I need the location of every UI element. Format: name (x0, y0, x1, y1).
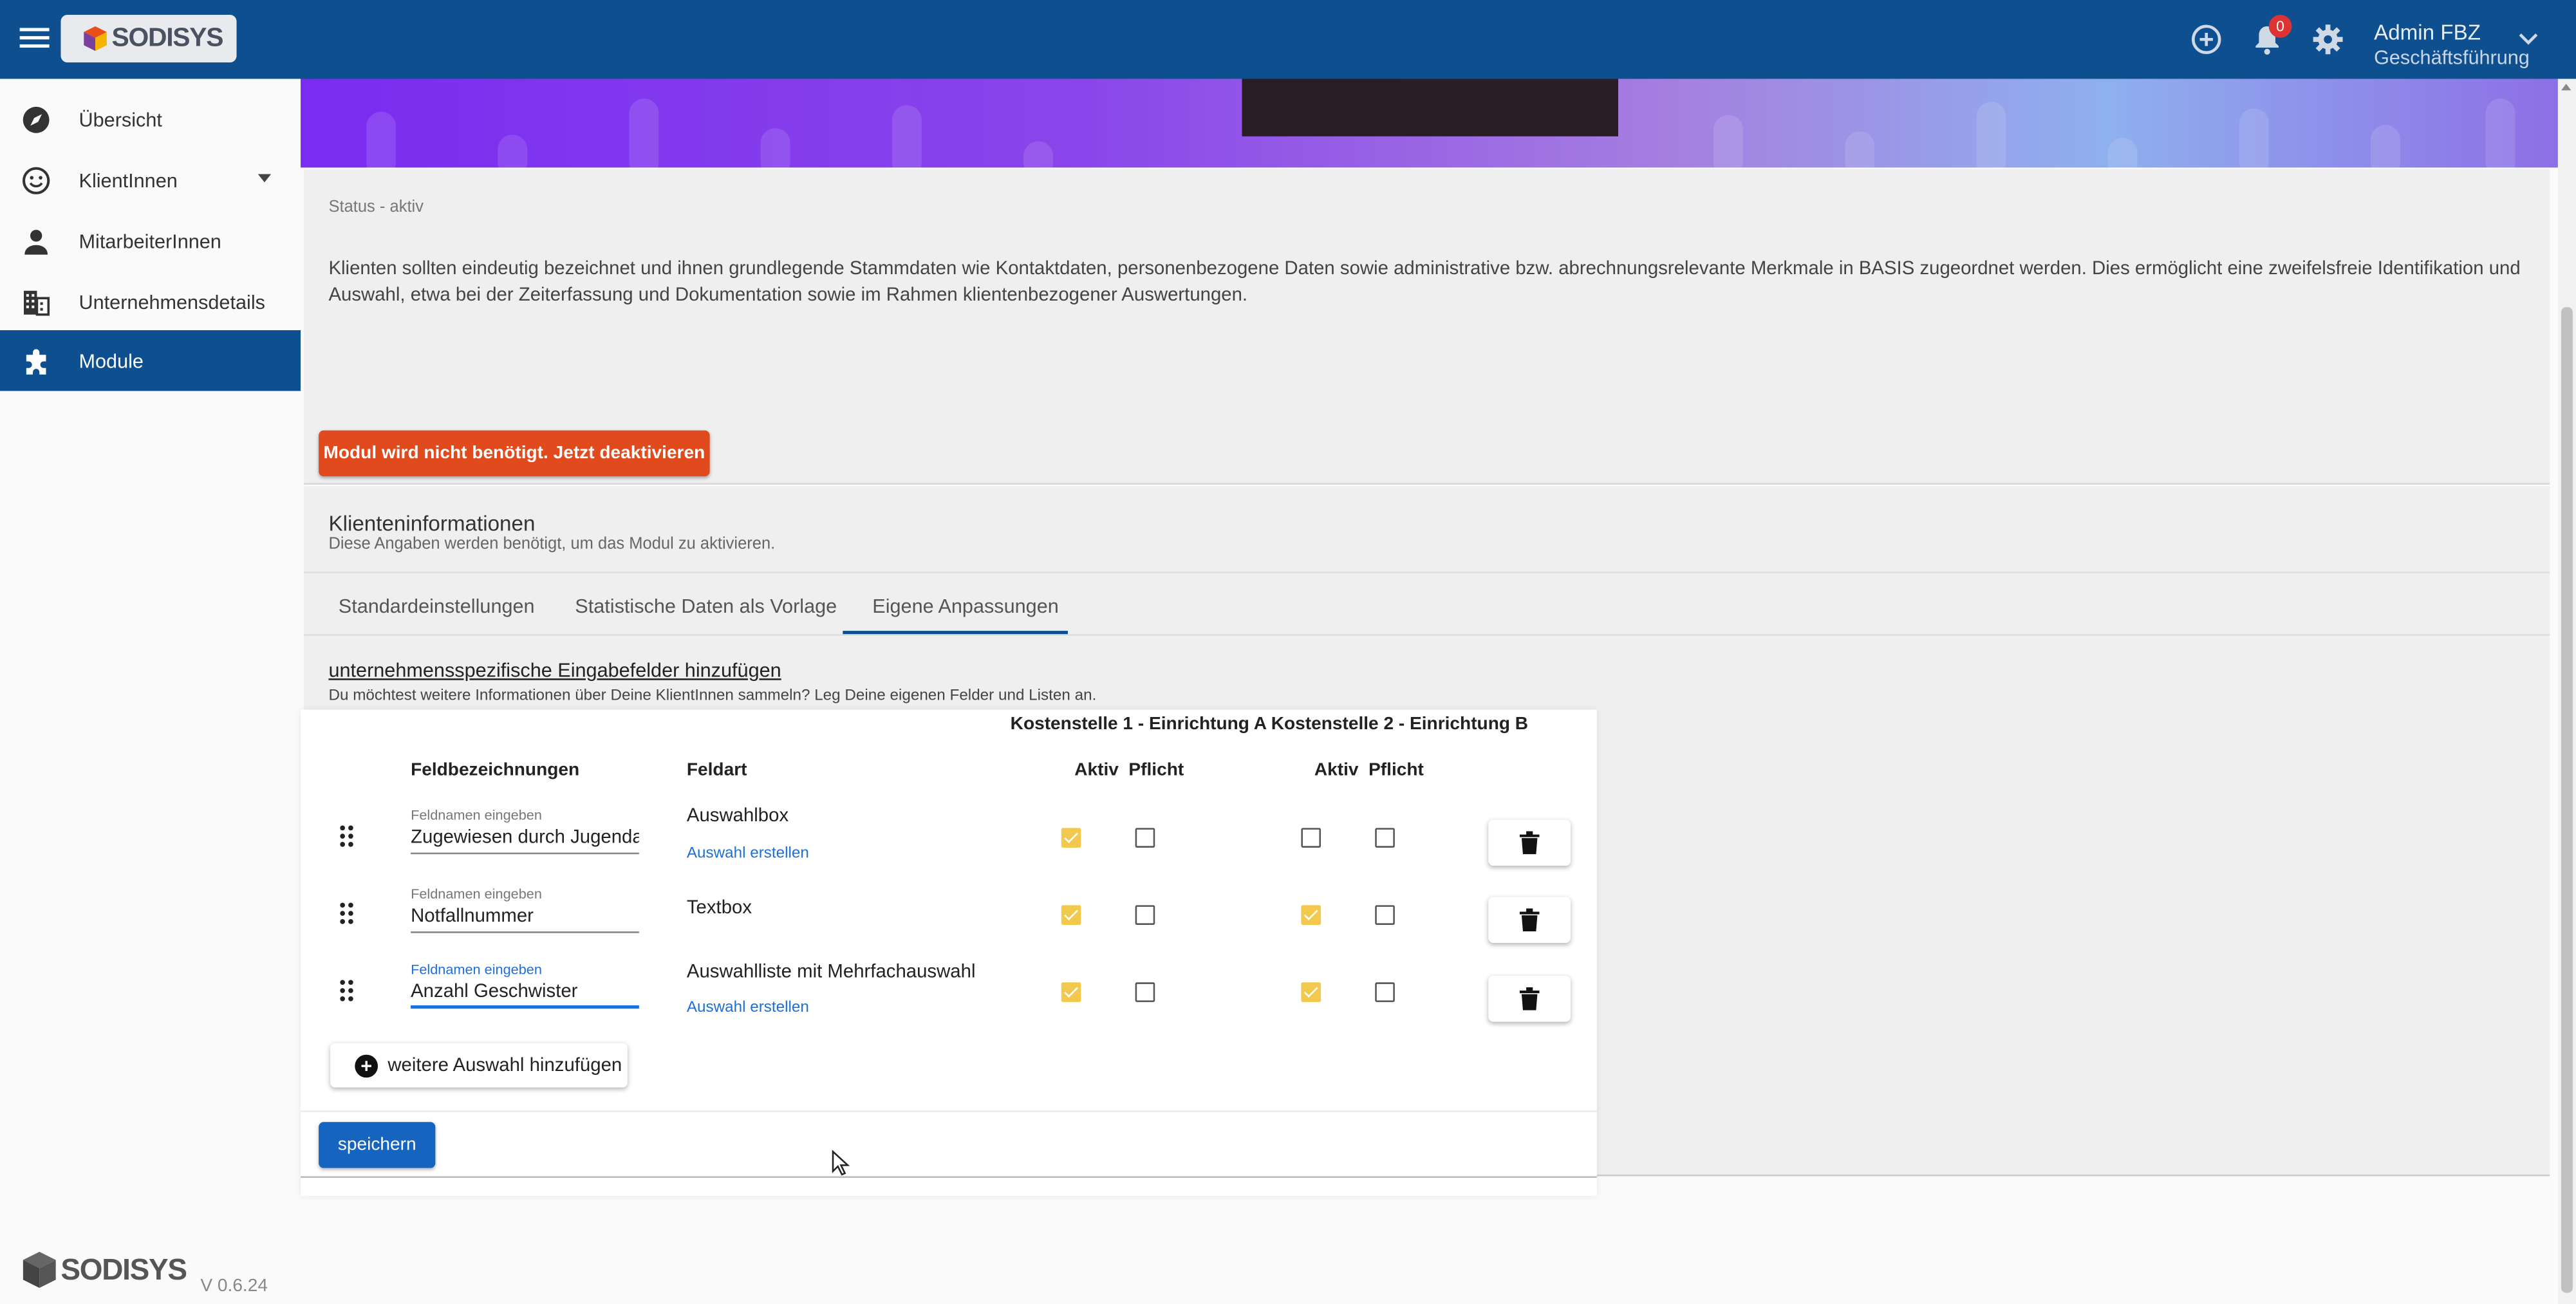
k2-pflicht-checkbox[interactable] (1375, 982, 1395, 1002)
sidebar-item-label: KlientInnen (79, 168, 178, 192)
scrollbar-thumb[interactable] (2561, 307, 2573, 1293)
create-selection-link[interactable]: Auswahl erstellen (687, 844, 809, 862)
column-header-aktiv-2: Aktiv (1314, 760, 1359, 781)
footer-logo-text: SODISYS (61, 1253, 187, 1286)
logo-cube-icon (23, 1251, 56, 1289)
scroll-up-arrow-icon[interactable] (2561, 84, 2571, 91)
sidebar-item-label: Module (79, 349, 144, 373)
column-header-pflicht-2: Pflicht (1368, 760, 1424, 781)
person-icon (24, 228, 48, 254)
caret-down-icon[interactable] (257, 174, 272, 183)
field-type-label: Auswahlbox (686, 806, 789, 826)
building-icon (24, 290, 50, 315)
field-type-label: Auswahlliste mit Mehrfachauswahl (686, 962, 976, 983)
column-header-pflicht-1: Pflicht (1128, 760, 1184, 781)
banner-overlay (1242, 79, 1619, 136)
active-tab-indicator (843, 631, 1068, 635)
k1-pflicht-checkbox[interactable] (1135, 905, 1155, 925)
custom-fields-hint: Du möchtest weitere Informationen über D… (328, 686, 1097, 705)
sidebar-item-klientinnen[interactable]: KlientInnen (0, 149, 301, 210)
logo-text: SODISYS (111, 24, 224, 52)
deactivate-button[interactable]: Modul wird nicht benötigt. Jetzt deaktiv… (319, 430, 710, 477)
create-selection-link[interactable]: Auswahl erstellen (687, 999, 809, 1017)
smiley-icon (22, 166, 50, 194)
delete-row-button[interactable] (1488, 819, 1571, 866)
k2-aktiv-checkbox[interactable] (1301, 828, 1321, 848)
sidebar-item-uebersicht[interactable]: Übersicht (0, 89, 301, 149)
delete-row-button[interactable] (1488, 976, 1571, 1022)
field-name-input[interactable]: Anzahl Geschwister (411, 979, 639, 1009)
tab-standardeinstellungen[interactable]: Standardeinstellungen (339, 595, 535, 618)
add-circle-icon[interactable] (2189, 21, 2225, 57)
divider (301, 1176, 1597, 1178)
custom-fields-link[interactable]: unternehmensspezifische Eingabefelder hi… (328, 658, 781, 682)
k1-pflicht-checkbox[interactable] (1135, 982, 1155, 1002)
k2-aktiv-checkbox[interactable] (1301, 905, 1321, 925)
add-circle-icon: + (355, 1054, 378, 1077)
divider (304, 572, 2550, 573)
field-name-label: Feldnamen eingeben (411, 806, 542, 823)
tab-statistische-daten[interactable]: Statistische Daten als Vorlage (575, 595, 837, 618)
chevron-down-icon[interactable] (2519, 31, 2539, 48)
drag-handle-icon[interactable] (339, 979, 355, 1002)
column-header-type: Feldart (686, 760, 747, 781)
drag-handle-icon[interactable] (339, 824, 355, 848)
compass-icon (23, 106, 50, 133)
gear-icon[interactable] (2310, 21, 2346, 57)
section-title: Klienteninformationen (328, 510, 536, 536)
logo[interactable]: SODISYS (61, 14, 237, 62)
sidebar-item-module[interactable]: Module (0, 330, 301, 391)
trash-icon (1519, 908, 1540, 932)
logo-cube-icon (84, 26, 107, 51)
trash-icon (1519, 831, 1540, 855)
field-name-input[interactable]: Notfallnummer (411, 904, 639, 933)
k2-pflicht-checkbox[interactable] (1375, 828, 1395, 848)
trash-icon (1519, 987, 1540, 1011)
sidebar-item-mitarbeiterinnen[interactable]: MitarbeiterInnen (0, 210, 301, 271)
field-type-label: Textbox (686, 899, 752, 918)
field-name-input[interactable]: Zugewiesen durch Jugendamt (411, 824, 639, 855)
delete-row-button[interactable] (1488, 897, 1571, 944)
sidebar-item-label: Unternehmensdetails (79, 290, 265, 313)
k2-pflicht-checkbox[interactable] (1375, 905, 1395, 925)
menu-icon[interactable] (19, 23, 50, 56)
user-role: Geschäftsführung (2374, 46, 2530, 70)
custom-fields-dialog (301, 709, 1597, 1197)
add-selection-label: weitere Auswahl hinzufügen (387, 1055, 622, 1076)
field-name-label: Feldnamen eingeben (411, 961, 542, 978)
notification-badge: 0 (2268, 14, 2292, 38)
add-selection-button[interactable]: + weitere Auswahl hinzufügen (330, 1043, 628, 1088)
k1-aktiv-checkbox[interactable] (1061, 982, 1081, 1002)
module-description: Klienten sollten eindeutig bezeichnet un… (328, 259, 2521, 305)
column-header-name: Feldbezeichnungen (411, 760, 580, 781)
status-label: Status - aktiv (328, 198, 424, 217)
k1-pflicht-checkbox[interactable] (1135, 828, 1155, 848)
drag-handle-icon[interactable] (339, 902, 355, 925)
divider (304, 634, 2550, 636)
puzzle-icon (26, 348, 46, 374)
k1-aktiv-checkbox[interactable] (1061, 905, 1081, 925)
field-name-label: Feldnamen eingeben (411, 885, 542, 902)
footer-logo: SODISYS (23, 1251, 187, 1289)
user-name[interactable]: Admin FBZ (2374, 20, 2481, 44)
sidebar-item-label: MitarbeiterInnen (79, 229, 221, 252)
sidebar-item-label: Übersicht (79, 107, 162, 131)
divider (301, 1110, 1597, 1112)
tab-eigene-anpassungen[interactable]: Eigene Anpassungen (872, 595, 1059, 618)
version-label: V 0.6.24 (200, 1276, 268, 1296)
sidebar-item-unternehmensdetails[interactable]: Unternehmensdetails (0, 271, 301, 331)
mouse-cursor-icon (832, 1150, 850, 1176)
cost-center-header: Kostenstelle 1 - Einrichtung A Kostenste… (1010, 714, 1529, 734)
save-button[interactable]: speichern (319, 1122, 436, 1168)
section-subtitle: Diese Angaben werden benötigt, um das Mo… (328, 536, 776, 554)
k2-aktiv-checkbox[interactable] (1301, 982, 1321, 1002)
column-header-aktiv-1: Aktiv (1074, 760, 1119, 781)
k1-aktiv-checkbox[interactable] (1061, 828, 1081, 848)
